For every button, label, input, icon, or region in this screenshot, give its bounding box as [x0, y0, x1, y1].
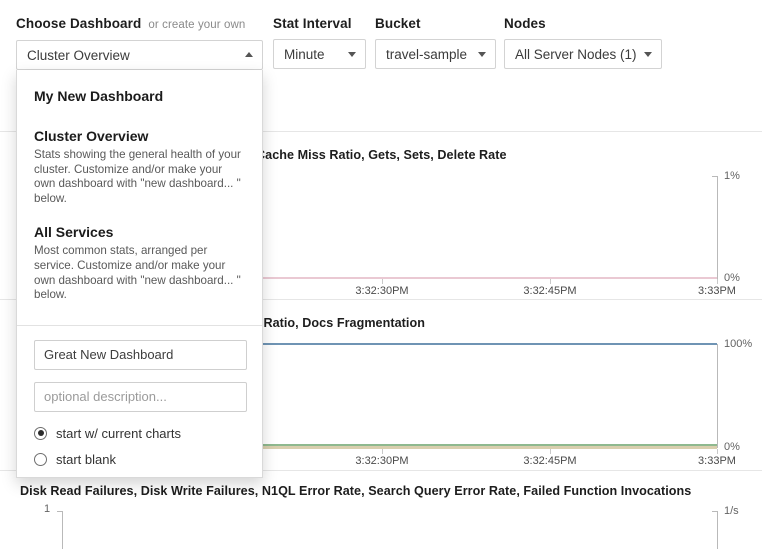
chart2-xlabel: 3:32:45PM: [523, 455, 577, 467]
chart3-ylabel-left: 1: [44, 503, 51, 515]
dashboard-name-input[interactable]: [34, 339, 247, 370]
chart1-ylabel-top: 1%: [724, 170, 740, 182]
chart1-xlabel: 3:32:45PM: [523, 285, 577, 297]
dashboard-option-description: Most common stats, arranged per service.…: [34, 244, 241, 302]
chart2-xlabel: 3:33PM: [698, 455, 736, 467]
radio-start-blank[interactable]: start blank: [34, 450, 245, 469]
dashboard-page: Choose Dashboard or create your own Clust…: [0, 0, 762, 549]
nodes-select-value: All Server Nodes (1): [515, 46, 637, 62]
chevron-down-icon: [478, 52, 486, 57]
chevron-up-icon: [245, 52, 253, 57]
nodes-select[interactable]: All Server Nodes (1): [504, 39, 662, 69]
chart2-ylabel-bottom: 0%: [724, 441, 740, 453]
chart1-xlabel: 3:32:30PM: [355, 285, 409, 297]
dashboard-option-cluster-overview[interactable]: Cluster Overview Stats showing the gener…: [17, 124, 262, 206]
choose-dashboard-label-text: Choose Dashboard: [16, 16, 142, 31]
radio-icon-selected: [34, 426, 47, 440]
chart3-y-axis-right: [717, 511, 718, 549]
stat-interval-value: Minute: [284, 46, 325, 62]
chart1-xtick: [382, 279, 383, 284]
chart1-xtick: [717, 279, 718, 284]
radio-icon-unselected: [34, 452, 47, 466]
bucket-select[interactable]: travel-sample: [375, 39, 496, 69]
chevron-down-icon: [644, 52, 652, 57]
dashboard-option-all-services[interactable]: All Services Most common stats, arranged…: [17, 220, 262, 302]
chart2-ylabel-top: 100%: [724, 338, 753, 350]
stat-interval-group: Stat Interval Minute: [273, 16, 366, 69]
chart1-xlabel: 3:33PM: [698, 285, 736, 297]
radio-start-with-current-charts[interactable]: start w/ current charts: [34, 424, 245, 443]
bucket-select-value: travel-sample: [386, 46, 468, 62]
dashboard-description-input[interactable]: [34, 381, 247, 412]
stat-interval-label: Stat Interval: [273, 16, 352, 31]
chart-block-3: Disk Read Failures, Disk Write Failures,…: [0, 471, 762, 549]
chevron-down-icon: [348, 52, 356, 57]
nodes-group: Nodes All Server Nodes (1): [504, 16, 662, 69]
dashboard-option-list: My New Dashboard Cluster Overview Stats …: [17, 70, 262, 323]
choose-dashboard-label: Choose Dashboard or create your own: [16, 16, 263, 33]
bucket-label: Bucket: [375, 16, 421, 31]
chart3-y-axis-left: [62, 511, 63, 549]
chart1-ytick-top: [712, 176, 717, 177]
dashboard-option-my-new-dashboard[interactable]: My New Dashboard: [17, 84, 262, 106]
dashboard-select[interactable]: Cluster Overview: [16, 40, 263, 70]
dashboard-option-title: All Services: [34, 224, 114, 241]
chart2-xtick: [550, 449, 551, 454]
chart1-y-axis: [717, 176, 718, 279]
stat-interval-select[interactable]: Minute: [273, 39, 366, 69]
dashboard-dropdown-panel: My New Dashboard Cluster Overview Stats …: [16, 70, 263, 478]
new-dashboard-form: start w/ current charts start blank Save…: [17, 326, 262, 477]
choose-dashboard-sublabel: or create your own: [148, 19, 246, 31]
chart3-ylabel-right: 1/s: [724, 505, 739, 517]
bucket-group: Bucket travel-sample: [375, 16, 496, 69]
dashboard-option-title: Cluster Overview: [34, 128, 149, 144]
chart2-xtick: [382, 449, 383, 454]
nodes-label: Nodes: [504, 16, 546, 31]
chart2-xlabel: 3:32:30PM: [355, 455, 409, 467]
chart2-y-axis: [717, 344, 718, 448]
chart1-ylabel-bottom: 0%: [724, 272, 740, 284]
dashboard-option-title: My New Dashboard: [34, 88, 164, 104]
radio-label: start blank: [56, 451, 116, 467]
dashboard-option-description: Stats showing the general health of your…: [34, 148, 241, 205]
radio-label: start w/ current charts: [56, 425, 181, 441]
choose-dashboard-group: Choose Dashboard or create your own Clust…: [16, 16, 263, 70]
chart-title-3: Disk Read Failures, Disk Write Failures,…: [20, 484, 692, 498]
dashboard-select-value: Cluster Overview: [27, 47, 130, 63]
chart1-xtick: [550, 279, 551, 284]
chart2-xtick: [717, 449, 718, 454]
